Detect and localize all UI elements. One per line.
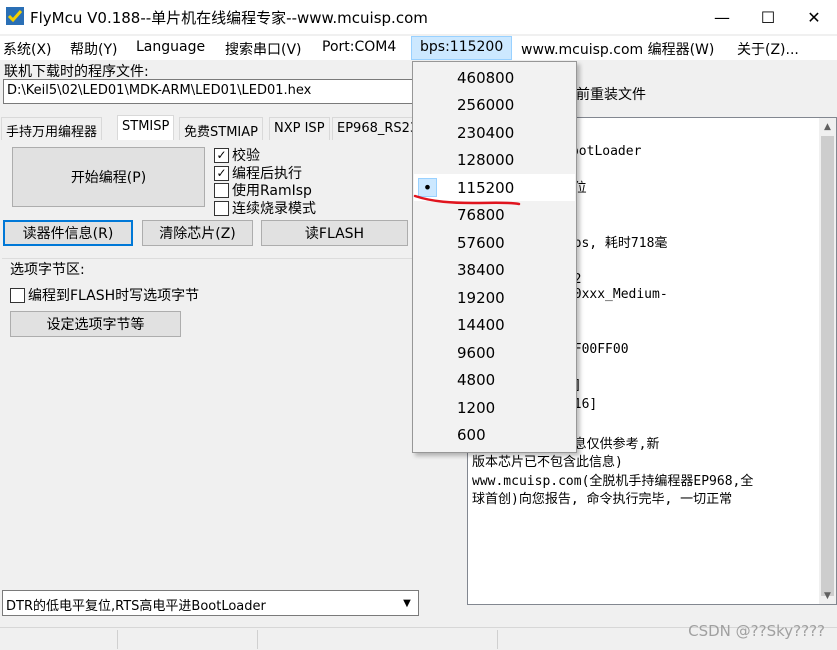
reset-mode-value: DTR的低电平复位,RTS高电平进BootLoader [6, 599, 266, 614]
bps-option-label: 1200 [457, 398, 496, 417]
maximize-button[interactable]: ☐ [745, 0, 791, 34]
menu-about[interactable]: 关于(Z)... [737, 39, 799, 59]
bps-option-14400[interactable]: 14400 [414, 312, 575, 339]
tab-stmiap[interactable]: 免费STMIAP [179, 117, 263, 140]
bps-option-256000[interactable]: 256000 [414, 92, 575, 119]
continuous-burn-checkbox[interactable]: 连续烧录模式 [214, 198, 316, 218]
bps-option-230400[interactable]: 230400 [414, 119, 575, 146]
bps-option-label: 14400 [457, 316, 505, 334]
status-cell [118, 630, 258, 649]
menu-system[interactable]: 系统(X) [3, 39, 52, 59]
scroll-down-icon[interactable]: ▼ [819, 587, 836, 604]
log-line: www.mcuisp.com(全脱机手持编程器EP968,全 [472, 473, 754, 489]
status-cell [258, 630, 498, 649]
ramisp-label: 使用RamIsp [232, 183, 312, 199]
tab-stmisp[interactable]: STMISP [117, 115, 175, 140]
write-option-label: 编程到FLASH时写选项字节 [28, 288, 200, 304]
status-cell [0, 630, 118, 649]
chevron-down-icon[interactable]: ▼ [396, 591, 418, 615]
menu-bps[interactable]: bps:115200 [411, 36, 513, 60]
log-line: 版本芯片已不包含此信息) [472, 455, 623, 471]
bps-option-label: 4800 [457, 371, 496, 389]
checkbox-empty-icon [214, 182, 229, 198]
erase-chip-button[interactable]: 清除芯片(Z) [142, 220, 253, 246]
menu-search-port[interactable]: 搜索串口(V) [225, 39, 302, 59]
reset-mode-select[interactable]: DTR的低电平复位,RTS高电平进BootLoader ▼ [2, 590, 419, 616]
verify-label: 校验 [232, 148, 260, 164]
checkbox-check-icon: ✓ [214, 147, 229, 163]
menu-bar: 系统(X) 帮助(Y) Language 搜索串口(V) Port:COM4 b… [0, 36, 837, 60]
bps-option-600[interactable]: 600 [414, 422, 575, 449]
bps-option-label: 9600 [457, 343, 496, 362]
use-ramisp-checkbox[interactable]: 使用RamIsp [214, 180, 312, 200]
checkbox-empty-icon [10, 287, 25, 303]
watermark: CSDN @??Sky???? [688, 622, 825, 640]
read-device-info-button[interactable]: 读器件信息(R) [3, 220, 133, 246]
bps-option-4800[interactable]: 4800 [414, 367, 575, 394]
bps-option-19200[interactable]: 19200 [414, 284, 575, 311]
bps-option-1200[interactable]: 1200 [414, 394, 575, 421]
bps-option-label: 460800 [457, 68, 515, 87]
log-line: 球首创)向您报告, 命令执行完毕, 一切正常 [472, 492, 733, 507]
tab-handheld[interactable]: 手持万用编程器 [1, 117, 103, 140]
bps-option-label: 600 [457, 426, 486, 444]
minimize-button[interactable]: — [699, 0, 745, 34]
verify-checkbox[interactable]: ✓ 校验 [214, 145, 260, 165]
scroll-thumb[interactable] [821, 136, 834, 596]
set-option-bytes-button[interactable]: 设定选项字节等 [10, 311, 181, 337]
app-window: FlyMcu V0.188--单片机在线编程专家--www.mcuisp.com… [0, 0, 837, 650]
menu-programmer[interactable]: www.mcuisp.com 编程器(W) [521, 39, 714, 59]
bps-option-label: 19200 [457, 288, 505, 307]
checkbox-empty-icon [214, 200, 229, 216]
continuous-label: 连续烧录模式 [232, 201, 316, 217]
menu-language[interactable]: Language [136, 39, 205, 55]
bps-option-128000[interactable]: 128000 [414, 147, 575, 174]
log-scrollbar[interactable]: ▲ ▼ [819, 118, 836, 604]
bps-option-label: 230400 [457, 123, 515, 142]
bps-option-label: 38400 [457, 261, 505, 279]
menu-port[interactable]: Port:COM4 [322, 39, 396, 55]
tab-nxp-isp[interactable]: NXP ISP [269, 117, 330, 140]
option-bytes-title: 选项字节区: [10, 262, 85, 278]
start-program-button[interactable]: 开始编程(P) [12, 147, 205, 207]
menu-help[interactable]: 帮助(Y) [70, 39, 117, 59]
bps-option-label: 128000 [457, 151, 515, 169]
reload-file-label[interactable]: 前重装文件 [576, 84, 646, 104]
bps-option-57600[interactable]: 57600 [414, 229, 575, 256]
red-underline-annotation [413, 194, 521, 206]
close-button[interactable]: ✕ [791, 0, 837, 34]
app-icon [6, 7, 24, 25]
checkbox-check-icon: ✓ [214, 165, 229, 181]
file-label: 联机下载时的程序文件: [4, 64, 149, 80]
bps-option-38400[interactable]: 38400 [414, 257, 575, 284]
title-bar: FlyMcu V0.188--单片机在线编程专家--www.mcuisp.com… [0, 0, 837, 34]
file-path-field[interactable]: D:\Keil5\02\LED01\MDK-ARM\LED01\LED01.he… [3, 79, 415, 104]
bps-dropdown-menu: 460800 256000 230400 128000 • 115200 76800 5760… [412, 61, 577, 453]
bps-option-460800[interactable]: 460800 [414, 64, 575, 91]
bps-option-label: 256000 [457, 96, 515, 114]
window-title: FlyMcu V0.188--单片机在线编程专家--www.mcuisp.com [30, 9, 428, 27]
read-flash-button[interactable]: 读FLASH [261, 220, 408, 246]
write-option-bytes-checkbox[interactable]: 编程到FLASH时写选项字节 [10, 285, 199, 305]
tab-ep968[interactable]: EP968_RS23 [332, 117, 414, 140]
scroll-up-icon[interactable]: ▲ [819, 118, 836, 135]
bps-option-label: 57600 [457, 233, 505, 252]
bps-option-9600[interactable]: 9600 [414, 339, 575, 366]
